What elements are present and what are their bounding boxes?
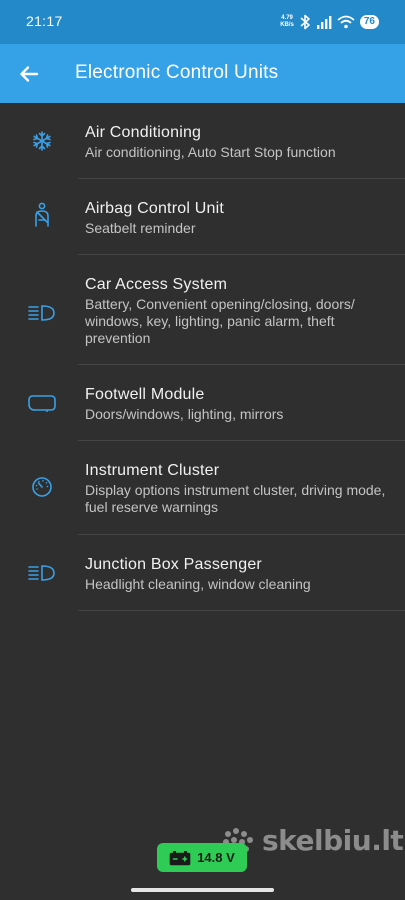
mirror-icon bbox=[27, 391, 57, 415]
list-item-title: Footwell Module bbox=[85, 386, 205, 403]
network-speed: 4.79 KB/s bbox=[280, 15, 294, 29]
watermark-text: skelbiu.lt bbox=[262, 823, 404, 857]
list-item-junction-box-passenger[interactable]: Junction Box Passenger Headlight cleanin… bbox=[0, 535, 405, 611]
list-item-footwell-module[interactable]: Footwell Module Doors/windows, lighting,… bbox=[0, 365, 405, 441]
headlight-icon bbox=[27, 561, 57, 585]
battery-indicator: 76 bbox=[359, 15, 379, 29]
gauge-icon bbox=[27, 475, 57, 499]
headlight-icon bbox=[27, 301, 57, 325]
list-item-airbag-control-unit[interactable]: Airbag Control Unit Seatbelt reminder bbox=[0, 179, 405, 255]
app-bar: Electronic Control Units bbox=[0, 44, 405, 103]
list-item-subtitle: Seatbelt reminder bbox=[85, 220, 196, 236]
watermark: skelbiu.lt bbox=[222, 822, 404, 858]
list-item-title: Air Conditioning bbox=[85, 124, 202, 141]
list-item-subtitle: Air conditioning, Auto Start Stop functi… bbox=[85, 144, 336, 160]
list-item-subtitle: Battery, Convenient opening/closing, doo… bbox=[85, 296, 355, 346]
signal-icon bbox=[316, 15, 332, 29]
divider bbox=[78, 610, 405, 611]
back-button[interactable] bbox=[14, 59, 44, 89]
snowflake-icon bbox=[27, 129, 57, 153]
list-item-instrument-cluster[interactable]: Instrument Cluster Display options instr… bbox=[0, 441, 405, 535]
list-item-title: Car Access System bbox=[85, 276, 228, 293]
list-item-subtitle: Doors/windows, lighting, mirrors bbox=[85, 406, 284, 422]
list-item-title: Airbag Control Unit bbox=[85, 200, 224, 217]
voltage-value: 14.8 V bbox=[197, 850, 235, 865]
network-speed-value: 4.79 bbox=[281, 15, 293, 21]
list-item-car-access-system[interactable]: Car Access System Battery, Convenient op… bbox=[0, 255, 405, 365]
seatbelt-icon bbox=[27, 202, 57, 227]
list-item-subtitle: Display options instrument cluster, driv… bbox=[85, 482, 386, 515]
car-battery-icon bbox=[169, 850, 191, 865]
screen: 21:17 4.79 KB/s 76 Electronic Control Un… bbox=[0, 0, 405, 900]
list-item-subtitle: Headlight cleaning, window cleaning bbox=[85, 576, 311, 592]
network-speed-unit: KB/s bbox=[280, 22, 294, 28]
status-time: 21:17 bbox=[26, 13, 63, 29]
list-item-title: Instrument Cluster bbox=[85, 462, 220, 479]
back-arrow-icon bbox=[20, 66, 39, 82]
page-title: Electronic Control Units bbox=[75, 62, 279, 83]
bluetooth-icon bbox=[299, 14, 311, 30]
gesture-navigation-bar[interactable] bbox=[131, 888, 274, 892]
list-item-title: Junction Box Passenger bbox=[85, 556, 262, 573]
wifi-icon bbox=[337, 15, 355, 29]
status-icons: 4.79 KB/s 76 bbox=[280, 11, 379, 33]
status-bar: 21:17 4.79 KB/s 76 bbox=[0, 0, 405, 44]
ecu-list: Air Conditioning Air conditioning, Auto … bbox=[0, 103, 405, 611]
voltage-badge: 14.8 V bbox=[157, 843, 247, 872]
list-item-air-conditioning[interactable]: Air Conditioning Air conditioning, Auto … bbox=[0, 103, 405, 179]
